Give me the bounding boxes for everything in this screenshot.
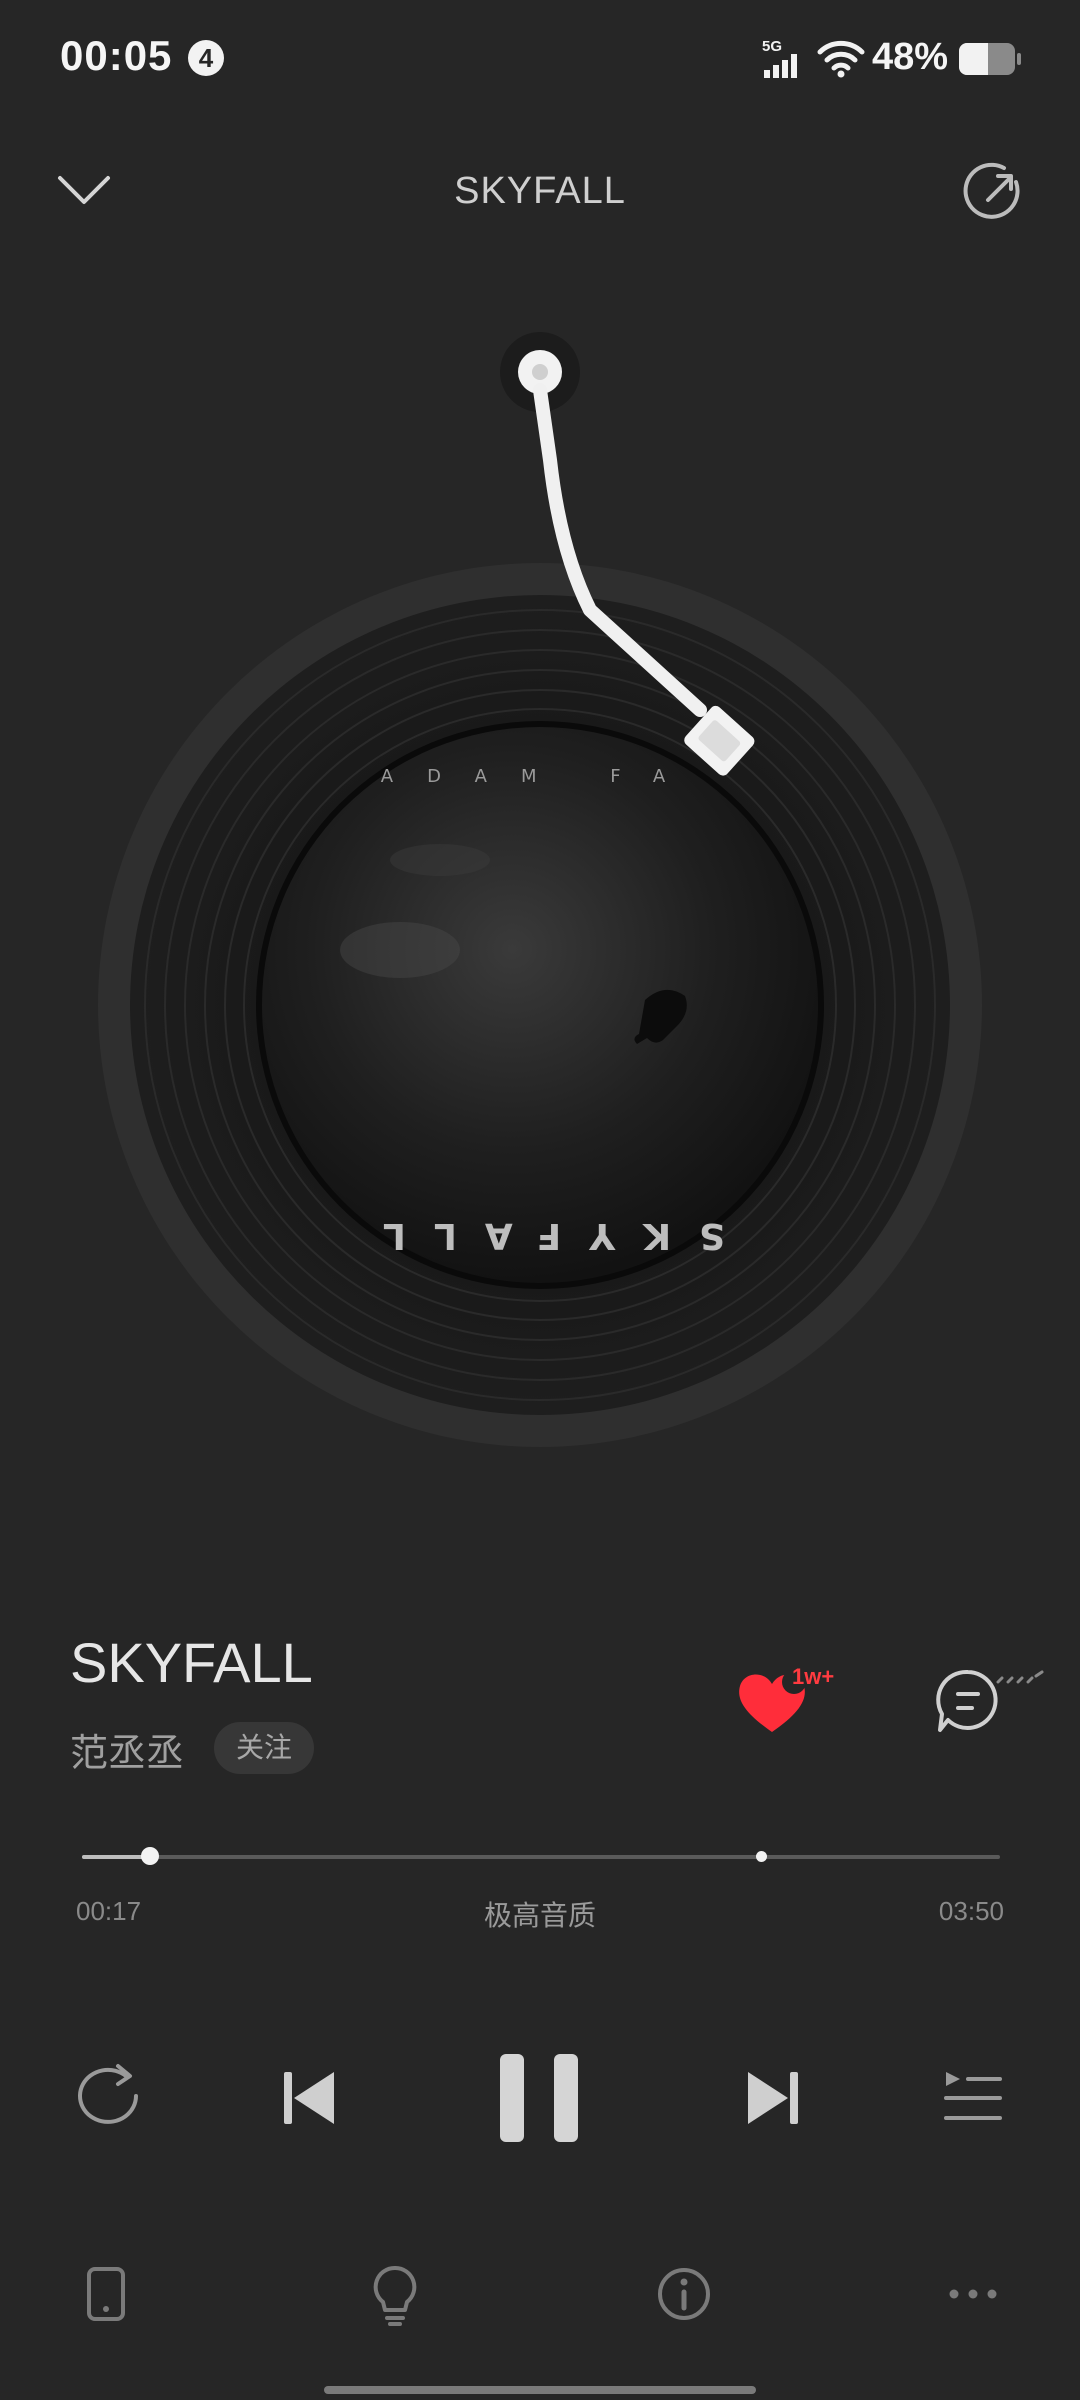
tonearm-pivot-center [532, 364, 548, 380]
follow-button[interactable]: 关注 [214, 1722, 314, 1774]
wifi-icon [817, 40, 865, 78]
like-count: 1w+ [792, 1664, 835, 1689]
info-icon[interactable] [656, 2266, 712, 2322]
tonearm-head [684, 705, 755, 776]
battery-percent: 48% [872, 36, 949, 78]
phone-device-icon[interactable] [86, 2266, 126, 2322]
page-title: SKYFALL [454, 170, 626, 212]
repeat-icon[interactable] [74, 2062, 142, 2124]
cover-cloud [340, 922, 460, 978]
progress-played [82, 1855, 150, 1859]
next-icon[interactable] [742, 2068, 802, 2128]
progress-track[interactable] [82, 1855, 1000, 1859]
cover-bottom-text: SKYFALL [355, 1215, 725, 1256]
previous-icon[interactable] [280, 2068, 340, 2128]
audio-quality-label[interactable]: 极高音质 [0, 1894, 1080, 1934]
comment-icon[interactable] [936, 1668, 1046, 1738]
total-time: 03:50 [938, 1896, 1004, 1926]
pause-icon[interactable] [498, 2052, 582, 2144]
more-icon[interactable] [948, 2286, 998, 2302]
song-title: SKYFALL [70, 1631, 313, 1694]
notification-count-badge: 4 [188, 40, 224, 76]
share-icon[interactable] [963, 160, 1028, 224]
artist-name[interactable]: 范丞丞 [70, 1722, 184, 1777]
signal-icon [764, 54, 797, 78]
home-indicator[interactable] [324, 2386, 756, 2394]
progress-highlight-marker[interactable] [756, 1851, 768, 1862]
battery-icon [959, 43, 1021, 75]
status-time: 00:05 [60, 32, 173, 79]
tonearm[interactable] [480, 320, 800, 790]
cover-cloud [390, 844, 490, 876]
playlist-icon[interactable] [942, 2068, 1004, 2126]
lightbulb-icon[interactable] [372, 2264, 418, 2326]
tonearm-arm [533, 383, 707, 717]
progress-thumb[interactable] [140, 1847, 159, 1865]
album-cover [262, 727, 818, 1283]
